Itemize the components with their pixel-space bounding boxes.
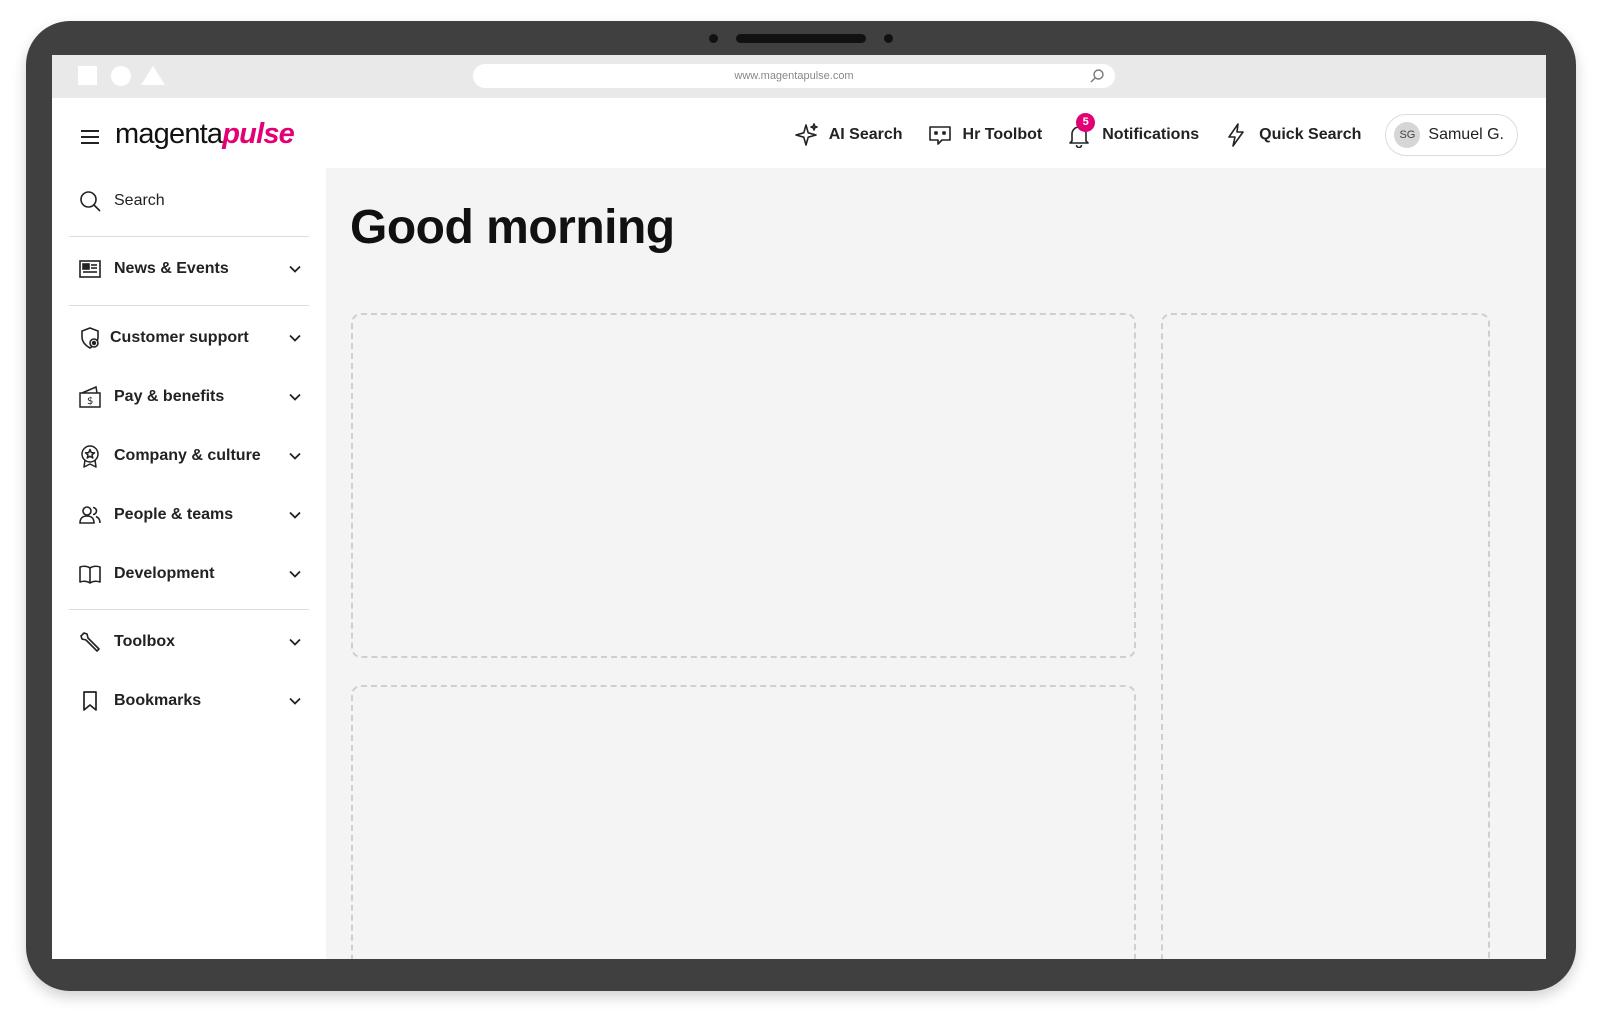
chevron-down-icon <box>289 452 301 460</box>
chevron-down-icon <box>289 697 301 705</box>
search-icon <box>80 191 101 212</box>
page-title: Good morning <box>350 201 675 254</box>
chevron-down-icon <box>289 638 301 646</box>
sidebar-item-label: News & Events <box>114 260 229 277</box>
sparkle-icon <box>794 123 818 146</box>
device-frame: www.magentapulse.com magentapulse AI Sea… <box>26 21 1576 991</box>
header-actions: AI Search Hr Toolbot 5 Notifications Qui… <box>793 113 1518 156</box>
widget-placeholder <box>351 313 1136 658</box>
app-header: magentapulse AI Search Hr Toolbot 5 Noti… <box>52 98 1546 168</box>
sidebar-search[interactable]: Search <box>69 178 309 224</box>
sidebar-item-company-culture[interactable]: Company & culture <box>69 433 309 479</box>
sidebar-item-news-events[interactable]: News & Events <box>69 246 309 292</box>
sidebar-item-toolbox[interactable]: Toolbox <box>69 619 309 665</box>
triangle-icon[interactable] <box>141 66 165 85</box>
award-badge-icon <box>81 445 99 468</box>
chevron-down-icon <box>289 511 301 519</box>
square-icon[interactable] <box>78 66 97 85</box>
svg-text:$: $ <box>87 396 93 407</box>
sidebar-item-label: People & teams <box>114 506 234 523</box>
bookmark-icon <box>83 691 97 711</box>
sidebar-item-label: Company & culture <box>114 447 261 464</box>
newspaper-icon <box>79 260 101 278</box>
sidebar-item-label: Development <box>114 565 215 582</box>
divider <box>69 609 309 610</box>
hr-toolbot-button[interactable]: Hr Toolbot <box>927 122 1043 148</box>
screen: www.magentapulse.com magentapulse AI Sea… <box>52 55 1546 959</box>
camera-dot <box>709 34 718 43</box>
notifications-label: Notifications <box>1102 126 1200 143</box>
logo-text-pulse: pulse <box>222 118 295 150</box>
notifications-button[interactable]: 5 Notifications <box>1066 113 1200 149</box>
main-content: Good morning <box>326 168 1546 959</box>
chevron-down-icon <box>289 570 301 578</box>
divider <box>69 305 309 306</box>
user-name: Samuel G. <box>1428 126 1504 143</box>
chevron-down-icon <box>289 265 301 273</box>
sidebar-item-people-teams[interactable]: People & teams <box>69 492 309 538</box>
sidebar-item-label: Bookmarks <box>114 692 202 709</box>
widget-placeholder <box>351 685 1136 959</box>
browser-toolbar: www.magentapulse.com <box>52 55 1546 98</box>
sidebar-item-customer-support[interactable]: Customer support <box>69 315 309 361</box>
quick-search-label: Quick Search <box>1259 126 1362 143</box>
sidebar-item-pay-benefits[interactable]: $ Pay & benefits <box>69 374 309 420</box>
sidebar-item-development[interactable]: Development <box>69 551 309 597</box>
address-bar[interactable]: www.magentapulse.com <box>473 64 1115 88</box>
sidebar-item-label: Pay & benefits <box>114 388 225 405</box>
avatar: SG <box>1394 122 1421 148</box>
sensor-dot <box>884 34 893 43</box>
sidebar-item-label: Toolbox <box>114 633 176 650</box>
sidebar-item-bookmarks[interactable]: Bookmarks <box>69 678 309 724</box>
divider <box>69 236 309 237</box>
camera-bar <box>709 34 893 43</box>
hamburger-menu-icon[interactable] <box>80 129 100 145</box>
logo[interactable]: magentapulse <box>115 118 295 151</box>
speaker-slot <box>736 34 866 43</box>
open-book-icon <box>79 565 101 584</box>
user-menu-button[interactable]: SG Samuel G. <box>1385 114 1518 156</box>
lightning-icon <box>1228 123 1244 147</box>
sidebar-search-label: Search <box>114 192 165 209</box>
hr-toolbot-label: Hr Toolbot <box>962 126 1043 143</box>
ai-search-label: AI Search <box>828 126 903 143</box>
notification-count-badge: 5 <box>1076 113 1096 132</box>
chevron-down-icon <box>289 393 301 401</box>
sidebar-item-label: Customer support <box>110 329 249 346</box>
sidebar: Search News & Events Customer support $ … <box>52 168 326 959</box>
widget-placeholder <box>1161 313 1490 959</box>
bell-wrap: 5 <box>1066 113 1096 149</box>
circle-icon[interactable] <box>111 66 131 86</box>
ai-search-button[interactable]: AI Search <box>793 122 903 148</box>
search-icon[interactable] <box>1089 68 1105 84</box>
people-icon <box>79 506 101 524</box>
chevron-down-icon <box>289 334 301 342</box>
wrench-icon <box>80 632 100 652</box>
logo-text-magenta: magenta <box>115 118 223 150</box>
shield-support-icon <box>81 327 99 349</box>
quick-search-button[interactable]: Quick Search <box>1223 122 1361 148</box>
chat-bot-icon <box>928 126 951 145</box>
url-text: www.magentapulse.com <box>734 70 854 82</box>
wallet-dollar-icon: $ <box>79 385 101 408</box>
